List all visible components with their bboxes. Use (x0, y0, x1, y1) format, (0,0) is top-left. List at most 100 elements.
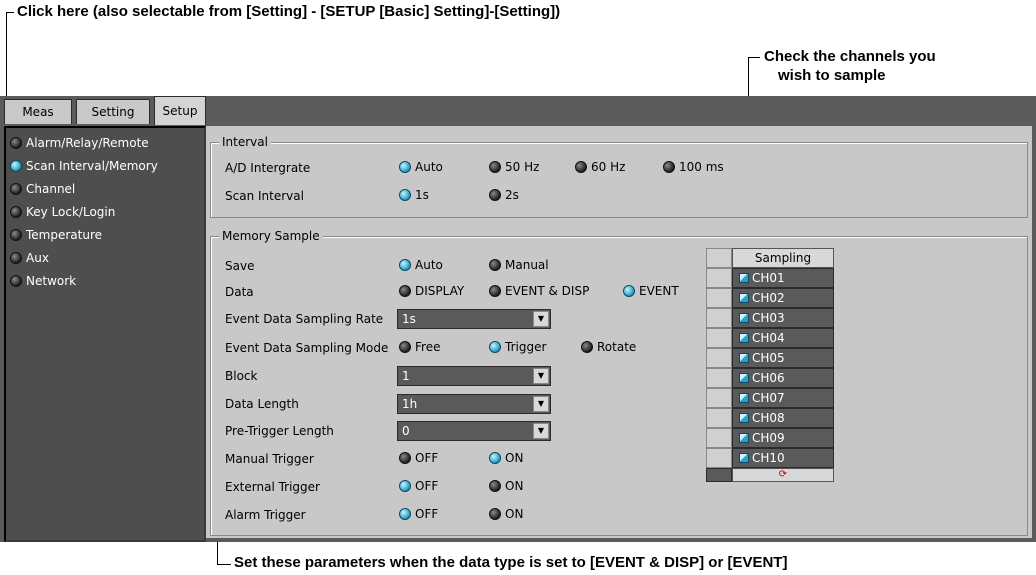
block-select[interactable]: 1 ▼ (397, 366, 551, 386)
event-data-sampling-mode-label: Event Data Sampling Mode (225, 341, 389, 355)
data-event-disp-radio[interactable]: EVENT & DISP (489, 284, 589, 298)
sampling-row-header[interactable] (706, 348, 732, 368)
radio-label: EVENT & DISP (505, 284, 590, 298)
tab-setting[interactable]: Setting (76, 99, 150, 124)
pre-trigger-length-select[interactable]: 0 ▼ (397, 421, 551, 441)
channel-label: CH08 (752, 411, 785, 425)
sidebar-item-key-lock-login[interactable]: Key Lock/Login (10, 202, 115, 222)
sidebar-item-temperature[interactable]: Temperature (10, 225, 102, 245)
right-callout-line-horizontal (748, 57, 760, 58)
checkbox-checked-icon (739, 413, 749, 423)
sidebar-item-channel[interactable]: Channel (10, 179, 75, 199)
top-callout-line-vertical (6, 12, 7, 104)
tab-meas[interactable]: Meas (4, 99, 72, 124)
sampling-row-header[interactable] (706, 388, 732, 408)
sidebar-item-alarm-relay-remote[interactable]: Alarm/Relay/Remote (10, 133, 149, 153)
external-trigger-off-radio[interactable]: OFF (399, 479, 438, 493)
manual-trigger-on-radio[interactable]: ON (489, 451, 523, 465)
ad-integrate-60hz-radio[interactable]: 60 Hz (575, 160, 625, 174)
radio-on-icon (489, 341, 501, 353)
radio-off-icon (489, 161, 501, 173)
radio-label: Trigger (505, 340, 547, 354)
radio-indicator-icon (10, 160, 22, 172)
sampling-channel-ch08[interactable]: CH08 (732, 408, 834, 428)
radio-off-icon (489, 480, 501, 492)
sampling-channel-ch10[interactable]: CH10 (732, 448, 834, 468)
radio-on-icon (399, 189, 411, 201)
channel-label: CH04 (752, 331, 785, 345)
scan-interval-2s-radio[interactable]: 2s (489, 188, 519, 202)
scan-interval-1s-radio[interactable]: 1s (399, 188, 429, 202)
radio-off-icon (489, 189, 501, 201)
alarm-trigger-off-radio[interactable]: OFF (399, 507, 438, 521)
radio-label: Rotate (597, 340, 637, 354)
radio-label: 1s (415, 188, 429, 202)
top-callout-text: Click here (also selectable from [Settin… (17, 3, 561, 20)
radio-label: Free (415, 340, 441, 354)
save-auto-radio[interactable]: Auto (399, 258, 443, 272)
data-length-select[interactable]: 1h ▼ (397, 394, 551, 414)
sampling-row-header[interactable] (706, 288, 732, 308)
radio-label: ON (505, 507, 524, 521)
sampling-row-header[interactable] (706, 368, 732, 388)
data-display-radio[interactable]: DISPLAY (399, 284, 464, 298)
sampling-channel-ch04[interactable]: CH04 (732, 328, 834, 348)
sidebar-item-aux[interactable]: Aux (10, 248, 49, 268)
sampling-channel-ch01[interactable]: CH01 (732, 268, 834, 288)
checkbox-checked-icon (739, 433, 749, 443)
sampling-footer-corner (706, 468, 732, 482)
radio-off-icon (581, 341, 593, 353)
tab-setup[interactable]: Setup (154, 96, 206, 125)
sampling-row-header[interactable] (706, 268, 732, 288)
radio-off-icon (489, 508, 501, 520)
alarm-trigger-on-radio[interactable]: ON (489, 507, 523, 521)
manual-trigger-label: Manual Trigger (225, 452, 314, 466)
sampling-row-header[interactable] (706, 308, 732, 328)
manual-trigger-off-radio[interactable]: OFF (399, 451, 438, 465)
sampling-channel-ch05[interactable]: CH05 (732, 348, 834, 368)
event-data-sampling-rate-select[interactable]: 1s ▼ (397, 309, 551, 329)
radio-indicator-icon (10, 229, 22, 241)
channel-label: CH07 (752, 391, 785, 405)
sampling-channel-ch03[interactable]: CH03 (732, 308, 834, 328)
sampling-row-header[interactable] (706, 408, 732, 428)
radio-label: DISPLAY (415, 284, 465, 298)
radio-label: Auto (415, 160, 443, 174)
sidebar-item-label: Channel (26, 182, 76, 196)
sampling-mode-free-radio[interactable]: Free (399, 340, 440, 354)
radio-label: 100 ms (679, 160, 724, 174)
sampling-mode-rotate-radio[interactable]: Rotate (581, 340, 636, 354)
checkbox-checked-icon (739, 273, 749, 283)
sampling-refresh-button[interactable]: ⟳ (732, 468, 834, 482)
external-trigger-label: External Trigger (225, 480, 320, 494)
sampling-mode-trigger-radio[interactable]: Trigger (489, 340, 546, 354)
sampling-channel-ch07[interactable]: CH07 (732, 388, 834, 408)
radio-label: OFF (415, 479, 439, 493)
radio-label: ON (505, 451, 524, 465)
radio-label: OFF (415, 507, 439, 521)
ad-integrate-100ms-radio[interactable]: 100 ms (663, 160, 724, 174)
radio-label: 50 Hz (505, 160, 540, 174)
save-label: Save (225, 259, 255, 273)
external-trigger-on-radio[interactable]: ON (489, 479, 523, 493)
checkbox-checked-icon (739, 333, 749, 343)
radio-indicator-icon (10, 275, 22, 287)
save-manual-radio[interactable]: Manual (489, 258, 549, 272)
sampling-row-header[interactable] (706, 328, 732, 348)
data-event-radio[interactable]: EVENT (623, 284, 679, 298)
sampling-channel-ch09[interactable]: CH09 (732, 428, 834, 448)
sampling-row-header[interactable] (706, 448, 732, 468)
sampling-row-header[interactable] (706, 428, 732, 448)
ad-integrate-auto-radio[interactable]: Auto (399, 160, 443, 174)
ad-integrate-50hz-radio[interactable]: 50 Hz (489, 160, 539, 174)
radio-label: EVENT (639, 284, 679, 298)
sampling-channel-ch06[interactable]: CH06 (732, 368, 834, 388)
channel-label: CH01 (752, 271, 785, 285)
sidebar-item-scan-interval-memory[interactable]: Scan Interval/Memory (10, 156, 158, 176)
checkbox-checked-icon (739, 373, 749, 383)
sampling-channel-ch02[interactable]: CH02 (732, 288, 834, 308)
sidebar: Alarm/Relay/Remote Scan Interval/Memory … (4, 126, 206, 542)
data-label: Data (225, 285, 254, 299)
sidebar-item-network[interactable]: Network (10, 271, 76, 291)
checkbox-checked-icon (739, 313, 749, 323)
